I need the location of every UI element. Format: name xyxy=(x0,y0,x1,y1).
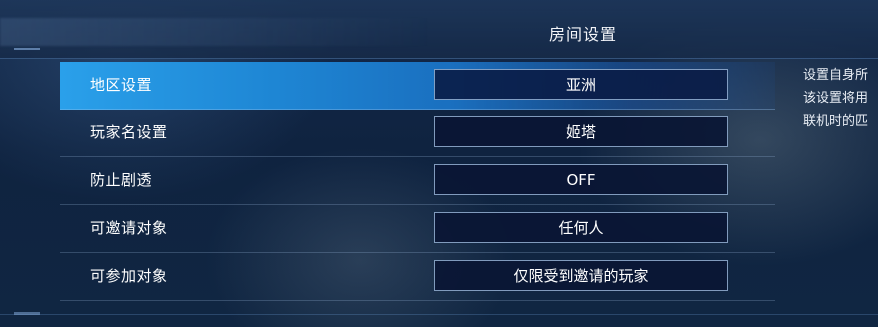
setting-label: 可参加对象 xyxy=(90,267,168,285)
setting-row-invitable[interactable]: 可邀请对象 任何人 xyxy=(60,205,775,253)
setting-label: 地区设置 xyxy=(90,76,153,94)
setting-label: 防止剧透 xyxy=(90,171,153,189)
page-title: 房间设置 xyxy=(548,25,617,44)
setting-value-selector[interactable]: 姬塔 xyxy=(434,116,728,147)
description-line: 该设置将用 xyxy=(803,91,869,106)
setting-value-selector[interactable]: OFF xyxy=(434,164,728,195)
header-marker xyxy=(14,48,40,50)
setting-label: 玩家名设置 xyxy=(90,123,168,141)
setting-value-selector[interactable]: 任何人 xyxy=(434,212,728,243)
description-line: 联机时的匹 xyxy=(803,114,869,129)
description-line: 设置自身所 xyxy=(803,68,869,83)
footer-marker xyxy=(14,312,40,315)
footer-divider xyxy=(0,314,878,315)
header-left-area xyxy=(0,18,430,46)
setting-row-joinable[interactable]: 可参加对象 仅限受到邀请的玩家 xyxy=(60,253,775,301)
setting-row-region[interactable]: 地区设置 亚洲 xyxy=(60,62,775,110)
setting-row-spoiler-prevention[interactable]: 防止剧透 OFF xyxy=(60,157,775,205)
setting-description: 设置自身所 该设置将用 联机时的匹 xyxy=(803,64,878,133)
setting-value-selector[interactable]: 仅限受到邀请的玩家 xyxy=(434,260,728,291)
setting-label: 可邀请对象 xyxy=(90,219,168,237)
setting-row-player-name[interactable]: 玩家名设置 姬塔 xyxy=(60,109,775,157)
setting-value-selector[interactable]: 亚洲 xyxy=(434,69,728,100)
